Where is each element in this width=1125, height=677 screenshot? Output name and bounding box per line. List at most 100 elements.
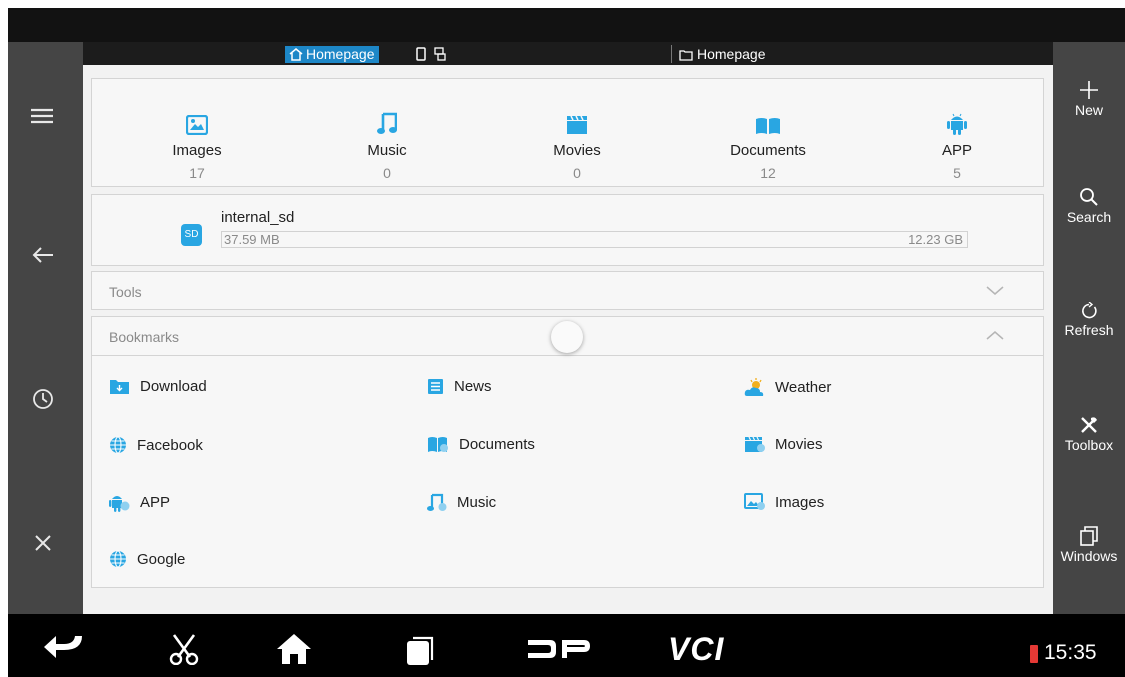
category-images[interactable]: Images 17 [127,109,267,181]
bookmark-weather[interactable]: Weather [744,378,831,397]
movie-icon [567,115,587,134]
tab-right-label: Homepage [697,46,766,62]
category-label: Documents [730,142,806,159]
tab-homepage-active[interactable]: Homepage [285,46,379,63]
close-button[interactable] [34,534,52,557]
bookmark-label: Weather [775,379,832,396]
system-nav-bar: VCI 15:35 [8,614,1125,677]
category-movies[interactable]: Movies 0 [507,109,647,181]
recent-apps-icon [407,636,434,665]
bookmark-images[interactable]: Images [744,493,824,511]
nav-screenshot-button[interactable] [168,633,200,670]
folder-icon [679,49,693,61]
category-count: 17 [189,165,205,181]
bookmark-label: Music [457,494,497,511]
bookmark-movies[interactable]: Movies [744,436,823,453]
music-icon [427,493,447,511]
phone-icon [416,47,426,61]
category-label: Music [367,142,407,159]
android-icon [947,113,967,135]
storage-total: 12.23 GB [908,232,963,247]
left-sidebar [8,42,83,614]
search-button[interactable]: Search [1053,187,1125,225]
storage-used: 37.59 MB [224,232,280,247]
bookmark-documents[interactable]: Documents [427,436,535,453]
back-button[interactable] [32,246,54,269]
categories-panel: Images 17 Music 0 Movies 0 Documents 12 [91,78,1044,187]
search-label: Search [1066,209,1112,225]
bookmark-label: Facebook [137,436,203,454]
nav-dp-button[interactable] [526,638,592,665]
split-view-button[interactable] [433,46,447,62]
bookmark-label: News [454,378,492,395]
history-clock-icon [33,389,53,409]
scissors-icon [169,634,199,666]
storage-panel[interactable]: SD internal_sd 37.59 MB 12.23 GB [91,194,1044,266]
bookmark-app[interactable]: APP [109,493,170,512]
tools-icon [1081,417,1097,433]
close-icon [35,535,51,551]
category-documents[interactable]: Documents 12 [698,109,838,181]
bookmark-facebook[interactable]: Facebook [109,436,203,454]
split-view-icon [434,47,446,61]
menu-icon [31,108,53,124]
android-icon [109,496,130,512]
tab-bar: Homepage Homepage [83,42,1053,65]
history-button[interactable] [32,388,54,415]
menu-button[interactable] [31,108,53,129]
bookmark-news[interactable]: News [427,378,492,395]
new-button[interactable]: New [1053,80,1125,118]
category-music[interactable]: Music 0 [317,109,457,181]
bookmark-music[interactable]: Music [427,493,496,512]
bookmark-label: Movies [775,436,823,453]
nav-back-button[interactable] [44,634,86,665]
globe-icon [110,436,126,454]
tab-divider [671,45,672,63]
windows-label: Windows [1060,548,1118,564]
category-count: 5 [953,165,961,181]
refresh-button[interactable]: Refresh [1053,302,1125,338]
category-app[interactable]: APP 5 [887,109,1027,181]
clock-time: 15:35 [1044,641,1097,664]
windows-icon [1080,526,1098,546]
nav-vci-button[interactable]: VCI [668,631,724,668]
right-action-bar: New Search Refresh Toolbox Windows [1053,42,1125,614]
book-icon [428,437,448,452]
image-icon [744,493,765,510]
nav-recent-apps-button[interactable] [406,634,436,671]
back-arrow-icon [44,636,82,658]
bookmark-label: Documents [459,436,535,453]
battery-icon [1030,645,1038,663]
bookmark-download[interactable]: Download [109,378,207,395]
plus-icon [1080,81,1098,99]
toolbox-label: Toolbox [1064,437,1114,453]
tab-homepage-right[interactable]: Homepage [679,46,766,63]
bookmark-label: Images [775,493,825,511]
search-icon [1080,188,1098,206]
chevron-down-icon [986,286,1004,295]
refresh-label: Refresh [1064,322,1114,338]
bookmark-google[interactable]: Google [109,550,185,568]
loading-spinner [551,321,583,353]
tools-section[interactable]: Tools [91,271,1044,310]
tools-title: Tools [109,284,142,300]
windows-button[interactable]: Windows [1053,526,1125,564]
bookmarks-title: Bookmarks [109,329,180,345]
toolbox-button[interactable]: Toolbox [1053,415,1125,453]
bookmark-label: APP [140,494,171,511]
weather-icon [744,378,764,396]
image-icon [186,115,208,135]
storage-usage-bar: 37.59 MB 12.23 GB [221,231,968,248]
download-folder-icon [110,380,129,394]
movie-icon [745,436,765,452]
home-icon [277,634,311,664]
category-count: 0 [573,165,581,181]
news-icon [428,379,443,394]
screen: Homepage Homepage Images 17 Music 0 Movi… [8,8,1125,677]
tab-homepage-label: Homepage [306,46,375,62]
device-frame: Homepage Homepage Images 17 Music 0 Movi… [0,0,1125,677]
globe-icon [110,550,126,568]
phone-view-button[interactable] [414,46,428,62]
nav-home-button[interactable] [276,633,312,670]
category-label: APP [941,142,972,159]
